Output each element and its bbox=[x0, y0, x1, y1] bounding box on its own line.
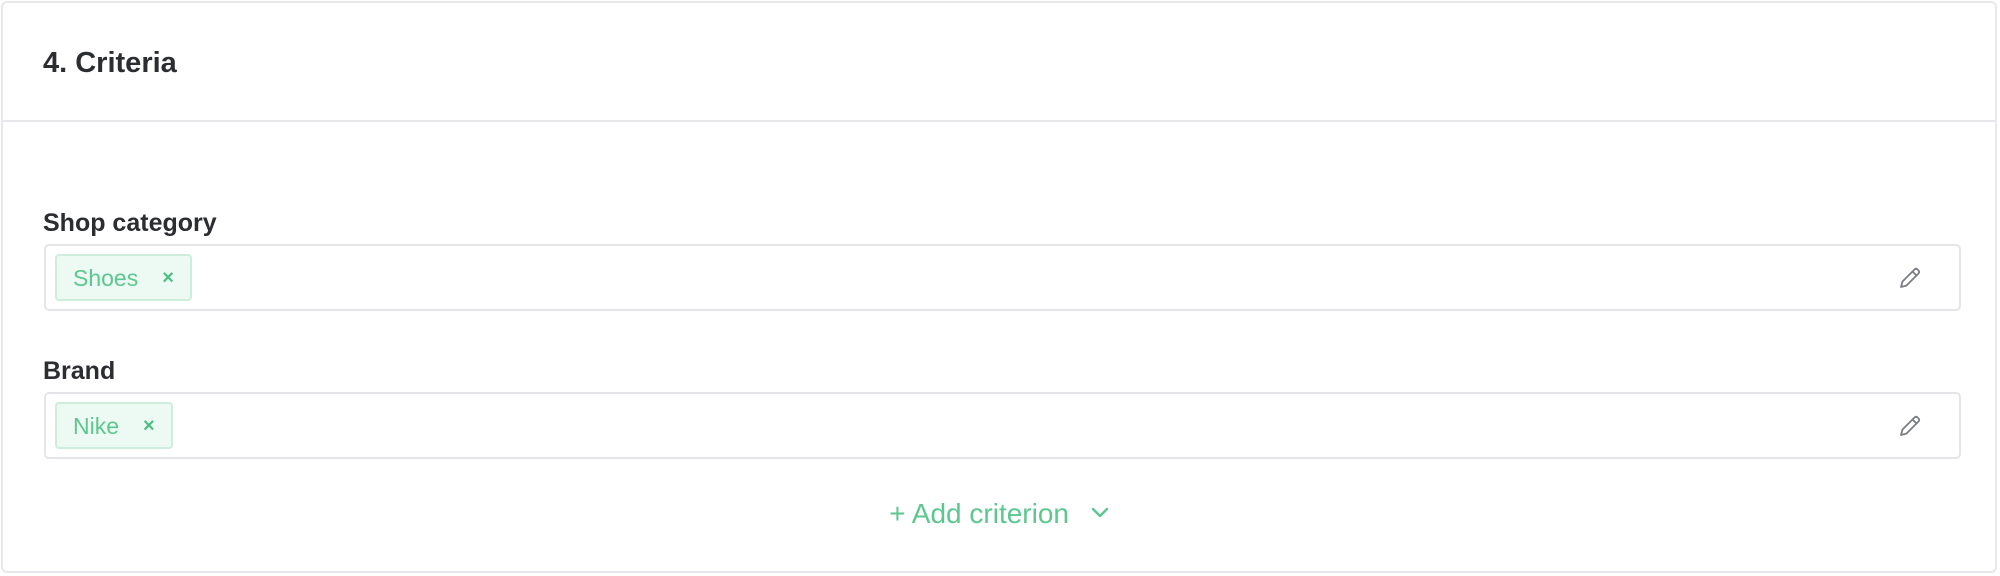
tag-label: Nike bbox=[73, 412, 120, 439]
tag-label: Shoes bbox=[73, 264, 139, 291]
shop-category-label: Shop category bbox=[43, 209, 217, 237]
brand-label: Brand bbox=[43, 357, 116, 385]
brand-field[interactable]: Nike × bbox=[44, 392, 1961, 459]
section-title: 4. Criteria bbox=[43, 47, 177, 79]
close-icon[interactable]: × bbox=[143, 416, 155, 436]
shop-category-field[interactable]: Shoes × bbox=[44, 244, 1961, 311]
add-criterion-button[interactable]: + Add criterion bbox=[3, 496, 1995, 532]
close-icon[interactable]: × bbox=[162, 268, 174, 288]
add-criterion-label: + Add criterion bbox=[889, 498, 1069, 529]
chevron-down-icon bbox=[1091, 507, 1108, 517]
card-header: 4. Criteria bbox=[3, 3, 1995, 122]
pencil-icon[interactable] bbox=[1897, 413, 1923, 439]
criteria-card: 4. Criteria Shop category Shoes × Brand … bbox=[1, 1, 1997, 573]
tag-chip: Shoes × bbox=[55, 254, 192, 301]
tag-chip: Nike × bbox=[55, 402, 173, 449]
pencil-icon[interactable] bbox=[1897, 265, 1923, 291]
